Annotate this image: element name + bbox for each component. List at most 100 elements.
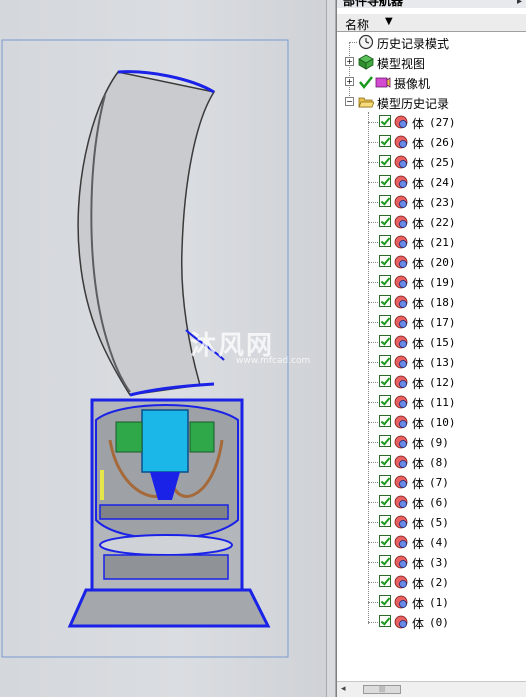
body-label: 体 bbox=[412, 577, 425, 591]
visibility-checkbox[interactable] bbox=[379, 135, 391, 147]
node-body[interactable]: 体 (9) bbox=[337, 432, 526, 452]
node-body[interactable]: 体 (4) bbox=[337, 532, 526, 552]
node-label: 摄像机 bbox=[394, 77, 431, 91]
visibility-checkbox[interactable] bbox=[379, 355, 391, 367]
node-body[interactable]: 体 (25) bbox=[337, 152, 526, 172]
navigator-title: 部件导航器 bbox=[337, 0, 526, 8]
scroll-thumb[interactable]: ||| bbox=[363, 685, 401, 694]
node-body[interactable]: 体 (11) bbox=[337, 392, 526, 412]
visibility-checkbox[interactable] bbox=[379, 295, 391, 307]
node-body[interactable]: 体 (6) bbox=[337, 492, 526, 512]
body-feature-icon bbox=[394, 375, 408, 389]
node-body[interactable]: 体 (3) bbox=[337, 552, 526, 572]
body-feature-icon bbox=[394, 115, 408, 129]
node-model-history[interactable]: − 模型历史记录 bbox=[337, 92, 526, 112]
body-feature-icon bbox=[394, 475, 408, 489]
body-feature-icon bbox=[394, 575, 408, 589]
body-feature-icon bbox=[394, 535, 408, 549]
body-index: (17) bbox=[429, 316, 456, 329]
node-body[interactable]: 体 (2) bbox=[337, 572, 526, 592]
body-label: 体 bbox=[412, 357, 425, 371]
node-body[interactable]: 体 (23) bbox=[337, 192, 526, 212]
node-body[interactable]: 体 (10) bbox=[337, 412, 526, 432]
body-index: (24) bbox=[429, 176, 456, 189]
node-body[interactable]: 体 (22) bbox=[337, 212, 526, 232]
visibility-checkbox[interactable] bbox=[379, 435, 391, 447]
visibility-checkbox[interactable] bbox=[379, 395, 391, 407]
node-body[interactable]: 体 (17) bbox=[337, 312, 526, 332]
node-body[interactable]: 体 (8) bbox=[337, 452, 526, 472]
node-body[interactable]: 体 (0) bbox=[337, 612, 526, 632]
visibility-checkbox[interactable] bbox=[379, 375, 391, 387]
node-body[interactable]: 体 (1) bbox=[337, 592, 526, 612]
body-label: 体 bbox=[412, 217, 425, 231]
camera-icon bbox=[375, 77, 391, 88]
node-label: 历史记录模式 bbox=[377, 37, 450, 51]
body-label: 体 bbox=[412, 257, 425, 271]
visibility-checkbox[interactable] bbox=[379, 595, 391, 607]
node-body[interactable]: 体 (20) bbox=[337, 252, 526, 272]
visibility-checkbox[interactable] bbox=[379, 235, 391, 247]
body-feature-icon bbox=[394, 135, 408, 149]
collapse-icon[interactable]: − bbox=[345, 97, 354, 106]
body-index: (0) bbox=[429, 616, 449, 629]
column-header[interactable]: 名称 ▼ bbox=[337, 14, 526, 32]
node-body[interactable]: 体 (7) bbox=[337, 472, 526, 492]
watermark-url: www.mfcad.com bbox=[236, 356, 311, 366]
body-label: 体 bbox=[412, 177, 425, 191]
visibility-checkbox[interactable] bbox=[379, 275, 391, 287]
visibility-checkbox[interactable] bbox=[379, 535, 391, 547]
node-body[interactable]: 体 (5) bbox=[337, 512, 526, 532]
body-label: 体 bbox=[412, 237, 425, 251]
visibility-checkbox[interactable] bbox=[379, 495, 391, 507]
node-history-mode[interactable]: 历史记录模式 bbox=[337, 32, 526, 52]
body-index: (1) bbox=[429, 596, 449, 609]
visibility-checkbox[interactable] bbox=[379, 115, 391, 127]
visibility-checkbox[interactable] bbox=[379, 575, 391, 587]
visibility-checkbox[interactable] bbox=[379, 515, 391, 527]
close-icon[interactable]: ▸ bbox=[517, 0, 522, 7]
node-body[interactable]: 体 (26) bbox=[337, 132, 526, 152]
node-cameras[interactable]: + 摄像机 bbox=[337, 72, 526, 92]
visibility-checkbox[interactable] bbox=[379, 315, 391, 327]
graphics-viewport[interactable]: 沐风网 www.mfcad.com bbox=[0, 0, 326, 697]
body-label: 体 bbox=[412, 297, 425, 311]
node-body[interactable]: 体 (18) bbox=[337, 292, 526, 312]
base-ring bbox=[99, 534, 233, 556]
sort-arrow-icon[interactable]: ▼ bbox=[385, 16, 393, 27]
scroll-left-icon[interactable]: ◂ bbox=[341, 684, 346, 694]
visibility-checkbox[interactable] bbox=[379, 335, 391, 347]
visibility-checkbox[interactable] bbox=[379, 615, 391, 627]
expand-icon[interactable]: + bbox=[345, 57, 354, 66]
body-feature-icon bbox=[394, 295, 408, 309]
motor-board-left bbox=[115, 421, 143, 453]
node-body[interactable]: 体 (21) bbox=[337, 232, 526, 252]
visibility-checkbox[interactable] bbox=[379, 455, 391, 467]
node-body[interactable]: 体 (19) bbox=[337, 272, 526, 292]
node-model-views[interactable]: + 模型视图 bbox=[337, 52, 526, 72]
node-body[interactable]: 体 (27) bbox=[337, 112, 526, 132]
node-body[interactable]: 体 (24) bbox=[337, 172, 526, 192]
visibility-checkbox[interactable] bbox=[379, 475, 391, 487]
node-label: 模型视图 bbox=[377, 57, 426, 71]
body-label: 体 bbox=[412, 197, 425, 211]
body-label: 体 bbox=[412, 117, 425, 131]
body-index: (19) bbox=[429, 276, 456, 289]
node-body[interactable]: 体 (12) bbox=[337, 372, 526, 392]
node-body[interactable]: 体 (15) bbox=[337, 332, 526, 352]
body-feature-icon bbox=[394, 335, 408, 349]
visibility-checkbox[interactable] bbox=[379, 255, 391, 267]
body-index: (26) bbox=[429, 136, 456, 149]
visibility-checkbox[interactable] bbox=[379, 215, 391, 227]
node-body[interactable]: 体 (13) bbox=[337, 352, 526, 372]
body-index: (22) bbox=[429, 216, 456, 229]
visibility-checkbox[interactable] bbox=[379, 555, 391, 567]
visibility-checkbox[interactable] bbox=[379, 195, 391, 207]
panel-splitter[interactable] bbox=[326, 0, 336, 697]
visibility-checkbox[interactable] bbox=[379, 175, 391, 187]
visibility-checkbox[interactable] bbox=[379, 155, 391, 167]
horizontal-scrollbar[interactable]: ◂ ||| bbox=[337, 681, 526, 697]
expand-icon[interactable]: + bbox=[345, 77, 354, 86]
node-label: 模型历史记录 bbox=[377, 97, 450, 111]
visibility-checkbox[interactable] bbox=[379, 415, 391, 427]
